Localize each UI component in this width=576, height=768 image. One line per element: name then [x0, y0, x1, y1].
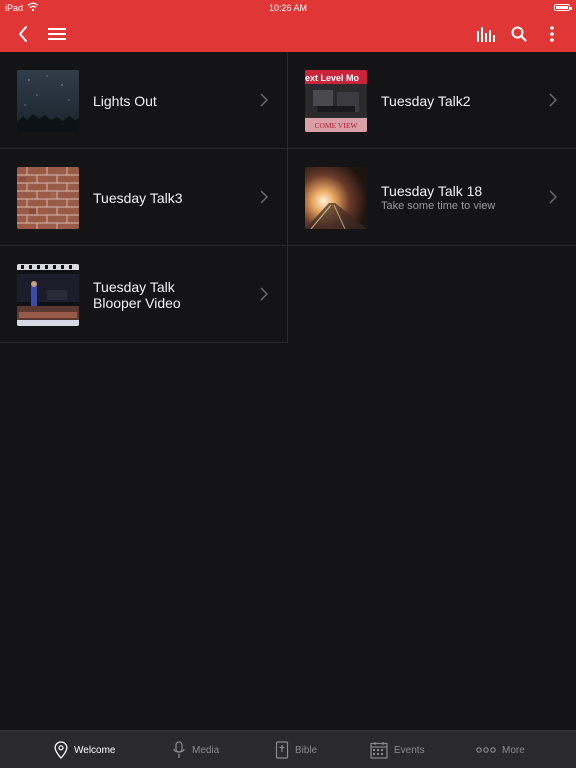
tab-more[interactable]: More	[476, 731, 525, 768]
location-pin-icon	[54, 741, 68, 759]
item-title-wrap: Tuesday Talk2	[381, 52, 531, 149]
tab-label: Bible	[295, 744, 318, 756]
item-title: Tuesday Talk 18	[381, 182, 483, 199]
tab-bar: Welcome Media Bible Events More	[0, 730, 576, 768]
thumbnail-night-sky	[17, 70, 79, 132]
item-title-wrap: Tuesday Talk 18 Take some time to view	[381, 149, 531, 246]
app-screen: iPad 10:26 AM Lights Out ext Level Mo CO…	[0, 0, 576, 768]
status-time: 10:26 AM	[268, 3, 308, 13]
bible-icon	[275, 741, 289, 759]
tab-bible[interactable]: Bible	[275, 731, 317, 768]
thumbnail-brick-wall	[17, 167, 79, 229]
search-icon	[511, 26, 527, 42]
thumb-poster-top-text: ext Level Mo	[305, 73, 360, 83]
status-bar: iPad 10:26 AM	[0, 0, 576, 16]
list-item[interactable]: Tuesday Talk3	[0, 149, 288, 246]
back-icon	[19, 26, 27, 42]
more-dots-icon	[476, 746, 496, 754]
audio-player-button[interactable]	[474, 22, 498, 46]
thumbnail-next-level-poster: ext Level Mo COME VIEW	[305, 70, 367, 132]
chevron-right-icon	[260, 287, 268, 301]
hamburger-menu-icon	[48, 28, 66, 40]
chevron-right-icon	[549, 190, 557, 204]
item-title: Lights Out	[93, 92, 157, 109]
battery-icon	[554, 4, 572, 11]
tab-events[interactable]: Events	[370, 731, 425, 768]
back-button[interactable]	[11, 22, 35, 46]
item-title: Tuesday Talk3	[93, 189, 183, 206]
item-title-wrap: Lights Out	[93, 52, 243, 149]
item-title-line-1: Tuesday Talk	[93, 278, 175, 295]
tab-label: Welcome	[74, 744, 116, 756]
item-title-wrap: Tuesday Talk Blooper Video	[93, 246, 243, 343]
chevron-right-icon	[260, 190, 268, 204]
list-item[interactable]: ext Level Mo COME VIEW Tuesday Talk2	[288, 52, 576, 149]
chevron-right-icon	[260, 93, 268, 107]
item-subtitle: Take some time to view	[381, 199, 496, 212]
tab-welcome[interactable]: Welcome	[54, 731, 116, 768]
chevron-right-icon	[549, 93, 557, 107]
search-button[interactable]	[507, 22, 531, 46]
tab-label: Media	[192, 744, 220, 756]
more-vertical-icon	[550, 26, 554, 42]
tab-label: Events	[394, 744, 425, 756]
list-item[interactable]: Tuesday Talk Blooper Video	[0, 246, 288, 343]
calendar-icon	[370, 741, 388, 759]
thumbnail-road-lights	[305, 167, 367, 229]
equalizer-icon	[477, 27, 495, 42]
tab-label: More	[502, 744, 525, 756]
thumb-poster-bottom-text: COME VIEW	[315, 121, 359, 130]
thumbnail-stage-performance	[17, 264, 79, 326]
list-item[interactable]: Lights Out	[0, 52, 288, 149]
item-title: Tuesday Talk2	[381, 92, 471, 109]
microphone-icon	[172, 741, 186, 759]
app-bar: iPad 10:26 AM	[0, 0, 576, 52]
item-title-wrap: Tuesday Talk3	[93, 149, 243, 246]
item-title-line-2: Blooper Video	[93, 294, 181, 311]
menu-button[interactable]	[45, 22, 69, 46]
list-item[interactable]: Tuesday Talk 18 Take some time to view	[288, 149, 576, 246]
tab-media[interactable]: Media	[172, 731, 219, 768]
more-options-button[interactable]	[540, 22, 564, 46]
